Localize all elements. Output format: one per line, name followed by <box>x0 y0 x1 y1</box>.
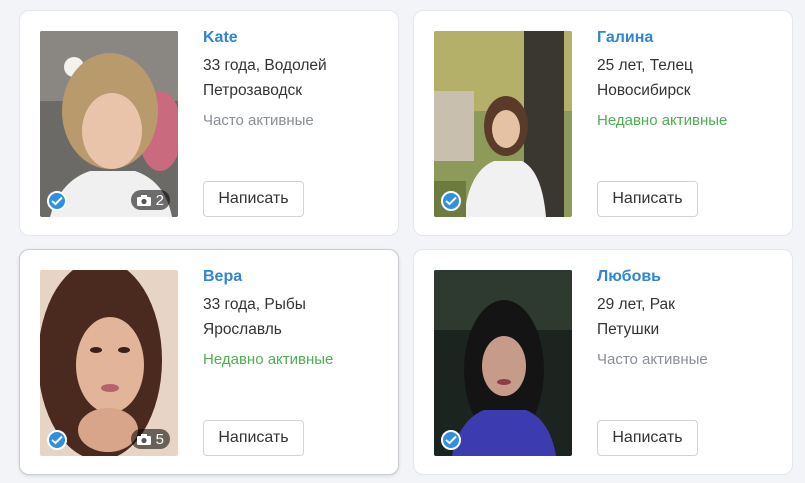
profile-city: Петушки <box>597 321 660 338</box>
profile-name[interactable]: Kate <box>203 28 383 48</box>
profile-age-sign: 33 года, Водолей <box>203 57 327 74</box>
activity-status: Недавно активные <box>203 351 334 368</box>
profile-name[interactable]: Вера <box>203 267 383 287</box>
profile-photo[interactable] <box>434 31 572 217</box>
profile-city: Новосибирск <box>597 82 691 99</box>
activity-status: Часто активные <box>203 112 314 129</box>
verified-icon <box>47 430 67 450</box>
profile-city: Петрозаводск <box>203 82 303 99</box>
profile-card-kate[interactable]: 2 Kate 33 года, Водолей Петрозаводск Час… <box>19 10 399 236</box>
camera-icon <box>136 194 151 206</box>
write-message-button[interactable]: Написать <box>597 420 698 456</box>
photo-count: 2 <box>155 191 164 209</box>
photo-count: 5 <box>155 430 164 448</box>
profile-name[interactable]: Галина <box>597 28 777 48</box>
verified-icon <box>47 191 67 211</box>
photo-count-badge: 5 <box>130 429 170 449</box>
profile-photo[interactable]: 5 <box>40 270 178 456</box>
profile-name[interactable]: Любовь <box>597 267 777 287</box>
profile-age-sign: 25 лет, Телец <box>597 57 693 74</box>
profile-card-vera[interactable]: 5 Вера 33 года, Рыбы Ярославль Недавно а… <box>19 249 399 475</box>
camera-icon <box>136 433 151 445</box>
verified-icon <box>441 191 461 211</box>
activity-status: Недавно активные <box>597 112 728 129</box>
profile-photo[interactable] <box>434 270 572 456</box>
profile-age-sign: 29 лет, Рак <box>597 296 675 313</box>
photo-image <box>434 270 572 456</box>
activity-status: Часто активные <box>597 351 708 368</box>
write-message-button[interactable]: Написать <box>597 181 698 217</box>
profile-age-sign: 33 года, Рыбы <box>203 296 306 313</box>
verified-icon <box>441 430 461 450</box>
write-message-button[interactable]: Написать <box>203 420 304 456</box>
profile-city: Ярославль <box>203 321 282 338</box>
profile-photo[interactable]: 2 <box>40 31 178 217</box>
profile-card-galina[interactable]: Галина 25 лет, Телец Новосибирск Недавно… <box>413 10 793 236</box>
profile-card-lyubov[interactable]: Любовь 29 лет, Рак Петушки Часто активны… <box>413 249 793 475</box>
photo-count-badge: 2 <box>130 190 170 210</box>
write-message-button[interactable]: Написать <box>203 181 304 217</box>
photo-image <box>434 31 572 217</box>
